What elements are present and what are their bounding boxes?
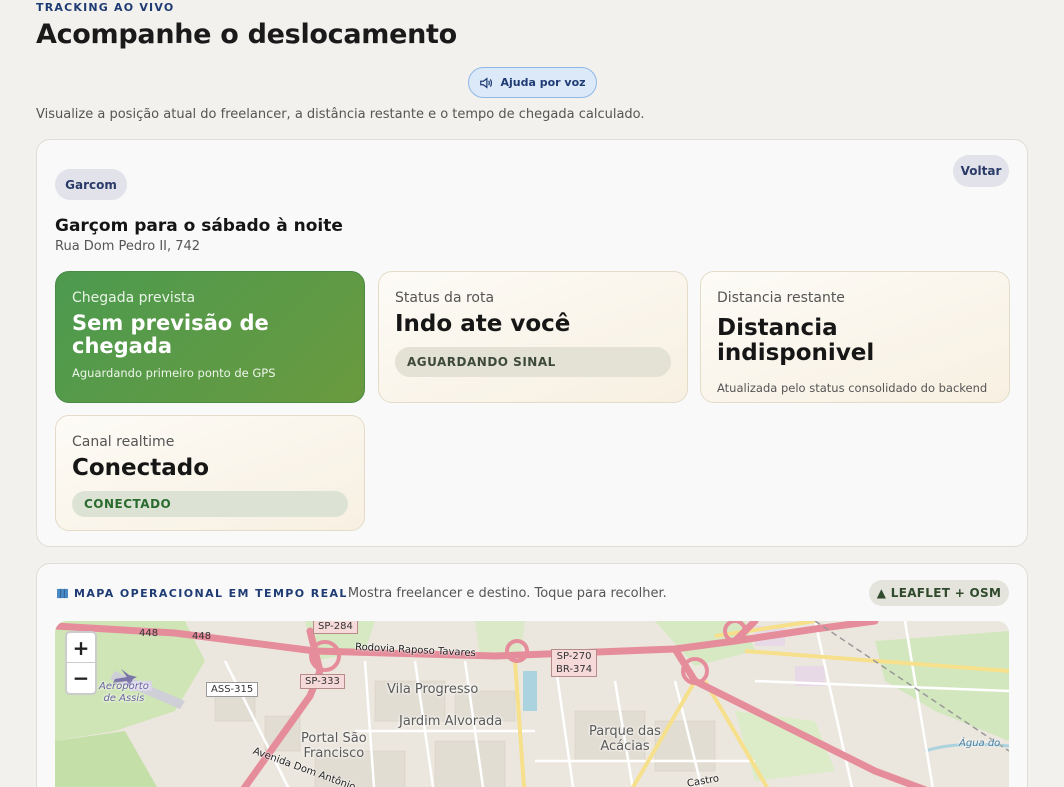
eta-note: Aguardando primeiro ponto de GPS	[72, 366, 276, 381]
eyebrow-label: TRACKING AO VIVO	[36, 1, 175, 14]
map-section-description: Mostra freelancer e destino. Toque para …	[347, 586, 667, 601]
map-label-agua: Água do	[959, 738, 1001, 749]
speaker-icon	[480, 76, 493, 89]
map-section-header[interactable]: MAPA OPERACIONAL EM TEMPO REAL Mostra fr…	[57, 586, 667, 601]
realtime-badge: CONECTADO	[72, 491, 348, 518]
map-label-vila-progresso: Vila Progresso	[387, 682, 479, 697]
voice-help-label: Ajuda por voz	[500, 76, 586, 89]
map-shield-sp284: SP-284	[313, 621, 358, 634]
map-engine-badge: ▲ LEAFLET + OSM	[869, 580, 1009, 606]
map-label-parque-acacias: Parque das Acácias	[589, 724, 661, 754]
eta-tile: Chegada prevista Sem previsão de chegada…	[55, 271, 365, 403]
distance-note: Atualizada pelo status consolidado do ba…	[717, 380, 988, 395]
back-button[interactable]: Voltar	[953, 155, 1009, 187]
map-shield-sp270: SP-270 BR-374	[551, 649, 598, 677]
category-badge: Garcom	[55, 169, 127, 200]
realtime-value: Conectado	[72, 455, 210, 481]
map-shield-ass315: ASS-315	[206, 682, 259, 697]
map-icon	[57, 588, 68, 599]
page-title: Acompanhe o deslocamento	[36, 19, 457, 50]
map-shield-sp333: SP-333	[300, 674, 345, 689]
map-label-airport: Aeroporto de Assis	[99, 681, 149, 704]
realtime-tile: Canal realtime Conectado CONECTADO	[55, 415, 365, 531]
voice-help-button[interactable]: Ajuda por voz	[468, 67, 597, 98]
map-section[interactable]: MAPA OPERACIONAL EM TEMPO REAL Mostra fr…	[36, 563, 1028, 787]
zoom-control: + −	[65, 631, 97, 695]
map-label-jardim-alvorada: Jardim Alvorada	[399, 714, 503, 729]
map-tiles[interactable]	[55, 621, 1009, 787]
map-view[interactable]: + − Aeroporto de Assis Vila Progresso Ja…	[55, 621, 1009, 787]
route-status-badge: AGUARDANDO SINAL	[395, 347, 671, 378]
eta-value: Sem previsão de chegada	[72, 311, 269, 359]
distance-tile: Distancia restante Distancia indisponive…	[700, 271, 1010, 403]
job-address: Rua Dom Pedro II, 742	[55, 239, 201, 254]
eta-label: Chegada prevista	[72, 290, 196, 306]
distance-label: Distancia restante	[717, 290, 845, 306]
realtime-label: Canal realtime	[72, 434, 175, 450]
route-status-tile: Status da rota Indo ate você AGUARDANDO …	[378, 271, 688, 403]
zoom-in-button[interactable]: +	[67, 633, 95, 663]
route-status-label: Status da rota	[395, 290, 495, 306]
map-section-title: MAPA OPERACIONAL EM TEMPO REAL	[74, 587, 348, 600]
map-shield-448-b: 448	[192, 631, 212, 642]
tracking-card: Garcom Voltar Garçom para o sábado à noi…	[36, 139, 1028, 547]
page-subtitle: Visualize a posição atual do freelancer,…	[36, 107, 645, 122]
zoom-out-button[interactable]: −	[67, 663, 95, 693]
map-label-portal-sao-francisco: Portal São Francisco	[301, 731, 367, 761]
route-status-value: Indo ate você	[395, 311, 571, 337]
job-title: Garçom para o sábado à noite	[55, 216, 343, 236]
map-shield-448-a: 448	[139, 628, 159, 639]
distance-value: Distancia indisponivel	[717, 315, 875, 367]
